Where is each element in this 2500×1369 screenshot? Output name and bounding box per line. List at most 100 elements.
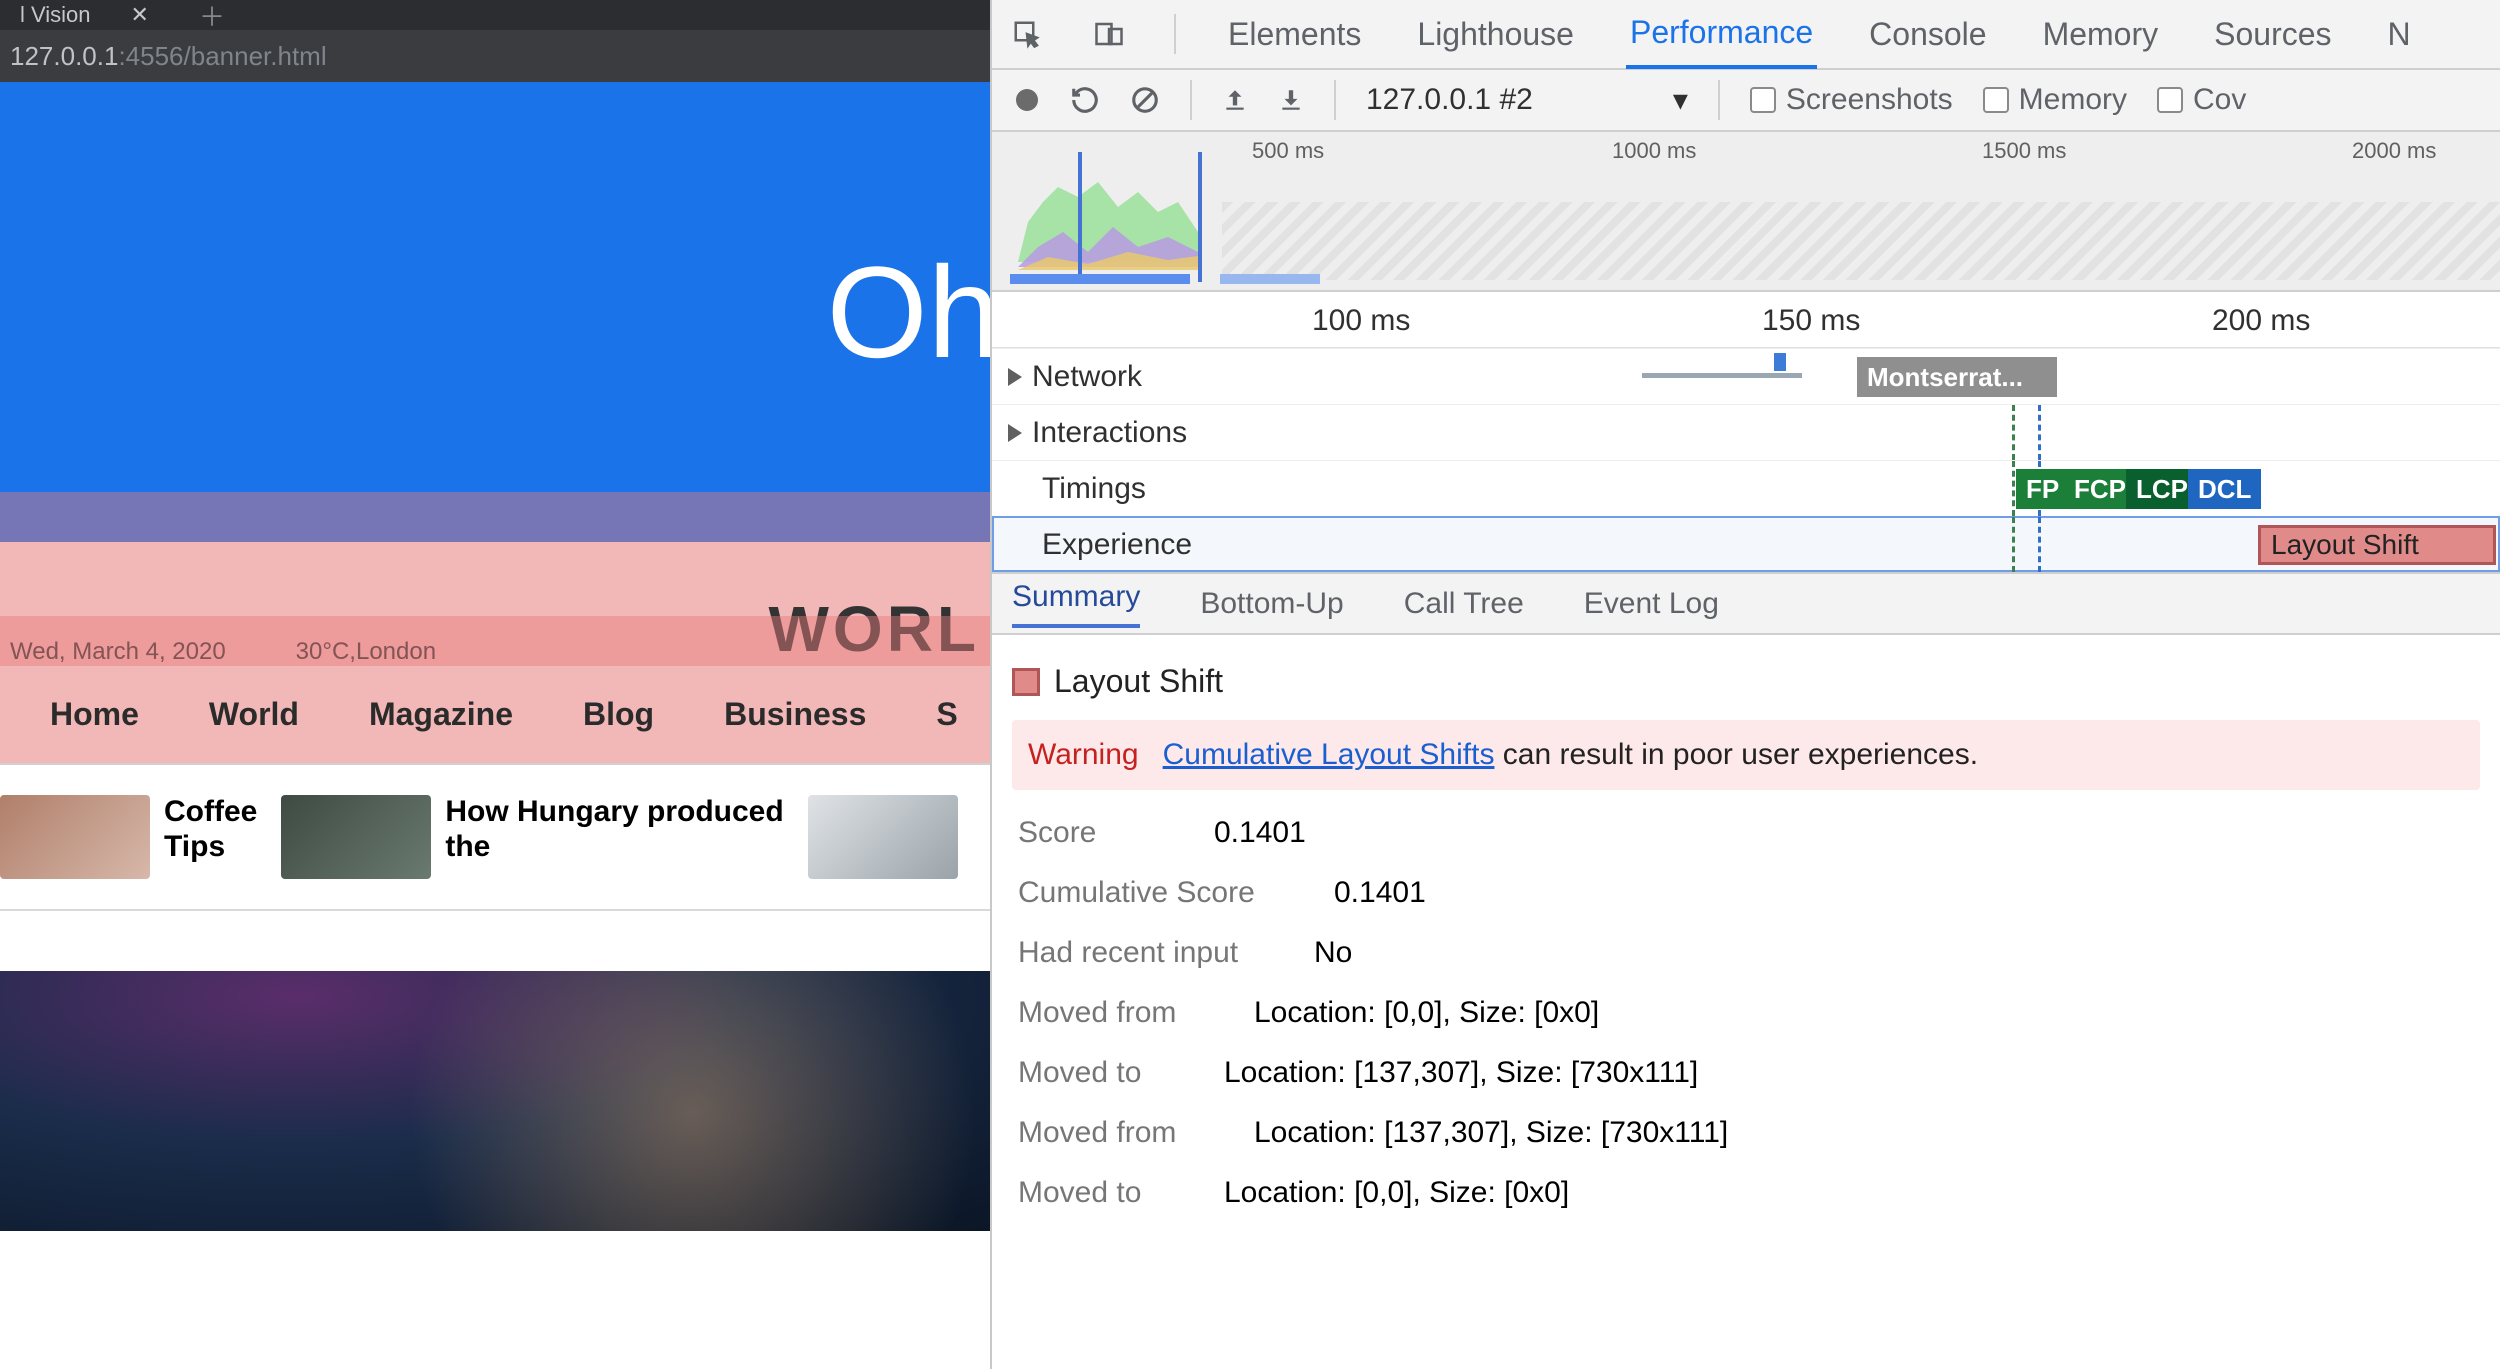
kv-row: Cumulative Score 0.1401 [1012,850,2480,910]
overview-strip [1010,274,2500,284]
subtab-call-tree[interactable]: Call Tree [1404,587,1524,621]
download-icon[interactable] [1278,87,1304,113]
track-experience[interactable]: Experience Layout Shift [992,516,2500,572]
nav-item-magazine[interactable]: Magazine [369,696,513,733]
thumbnail [808,795,958,879]
warning-text: can result in poor user experiences. [1503,738,1978,771]
chevron-down-icon: ▾ [1673,83,1688,118]
subtab-bottom-up[interactable]: Bottom-Up [1200,587,1343,621]
record-icon[interactable] [1014,87,1040,113]
main-nav: Home World Magazine Blog Business S [0,666,990,765]
inspect-icon[interactable] [1010,17,1044,51]
browser-tab[interactable]: l Vision ✕ [0,2,169,28]
tab-sources[interactable]: Sources [2210,2,2335,67]
color-swatch [1012,668,1040,696]
nav-item-more[interactable]: S [936,696,957,733]
tab-console[interactable]: Console [1865,2,1990,67]
marker-line [2012,517,2015,572]
marker-line [2012,461,2015,516]
marker-line [2012,405,2015,460]
ruler-tick: 200 ms [2212,304,2310,338]
list-item[interactable]: Coffee Tips [0,795,257,879]
clear-icon[interactable] [1130,85,1160,115]
marker-line [2038,405,2041,460]
nav-item-blog[interactable]: Blog [583,696,654,733]
url-text: 127.0.0.1:4556/banner.html [10,41,327,72]
detail-ruler[interactable]: 100 ms 150 ms 200 ms [992,292,2500,348]
warning-row: Warning Cumulative Layout Shifts can res… [1012,720,2480,790]
perf-toolbar: 127.0.0.1 #2 ▾ Screenshots Memory Cov [992,70,2500,132]
screenshots-checkbox[interactable]: Screenshots [1750,83,1953,117]
separator [1190,80,1192,120]
subtab-summary[interactable]: Summary [1012,580,1140,628]
ov-tick: 500 ms [1252,138,1324,164]
timing-dcl[interactable]: DCL [2188,469,2261,509]
browser-tabstrip: l Vision ✕ ＋ [0,0,990,30]
devtools-panel: Elements Lighthouse Performance Console … [990,0,2500,1369]
memory-checkbox[interactable]: Memory [1983,83,2127,117]
selection-handle-right[interactable] [1198,152,1202,282]
subtab-event-log[interactable]: Event Log [1584,587,1719,621]
separator [1718,80,1720,120]
reload-icon[interactable] [1070,85,1100,115]
article-cards: Coffee Tips How Hungary produced the [0,765,990,911]
new-tab-icon[interactable]: ＋ [199,0,225,34]
network-bar[interactable] [1642,373,1802,378]
tab-elements[interactable]: Elements [1224,2,1365,67]
coverage-checkbox[interactable]: Cov [2157,83,2246,117]
ruler-tick: 150 ms [1762,304,1860,338]
overview-minimap[interactable] [1008,152,1208,282]
overview-timeline[interactable]: 500 ms 1000 ms 1500 ms 2000 ms [992,132,2500,292]
network-item[interactable]: Montserrat... [1857,357,2057,397]
summary-panel: Layout Shift Warning Cumulative Layout S… [992,635,2500,1210]
ruler-tick: 100 ms [1312,304,1410,338]
network-bar[interactable] [1774,353,1786,371]
track-network[interactable]: Network Montserrat... M [992,348,2500,404]
card-title: Coffee Tips [164,795,257,864]
thumbnail [281,795,431,879]
upload-icon[interactable] [1222,87,1248,113]
list-item[interactable] [808,795,958,879]
detail-subtabs: Summary Bottom-Up Call Tree Event Log [992,573,2500,635]
tab-more[interactable]: N [2384,2,2415,67]
tab-performance[interactable]: Performance [1626,0,1817,69]
disclosure-icon[interactable] [1008,368,1022,386]
timing-fp[interactable]: FP [2016,469,2069,509]
tab-title: l Vision [20,2,91,28]
hero-image [0,971,990,1231]
summary-title: Layout Shift [1012,653,2480,720]
kv-row: Moved to Location: [137,307], Size: [730… [1012,1030,2480,1090]
kv-row: Score 0.1401 [1012,790,2480,850]
tracks: Network Montserrat... M Interactions Tim… [992,348,2500,573]
tab-lighthouse[interactable]: Lighthouse [1413,2,1578,67]
browser-window: l Vision ✕ ＋ 127.0.0.1:4556/banner.html … [0,0,990,1369]
close-icon[interactable]: ✕ [131,2,149,28]
nav-item-home[interactable]: Home [50,696,139,733]
list-item[interactable]: How Hungary produced the [281,795,783,879]
rendered-page: Oh Wed, March 4, 2020 30°C,London WORL H… [0,82,990,1369]
layout-shift-block[interactable]: Layout Shift [2258,525,2496,565]
selection-handle-left[interactable] [1078,152,1082,282]
cls-link[interactable]: Cumulative Layout Shifts [1163,738,1495,771]
nav-item-business[interactable]: Business [724,696,866,733]
url-bar[interactable]: 127.0.0.1:4556/banner.html [0,30,990,82]
separator [1174,14,1176,54]
track-timings[interactable]: Timings FP FCP LCP DCL [992,460,2500,516]
ov-tick: 1500 ms [1982,138,2066,164]
device-toggle-icon[interactable] [1092,17,1126,51]
warning-label: Warning [1028,738,1139,772]
kv-row: Moved from Location: [0,0], Size: [0x0] [1012,970,2480,1030]
card-title: How Hungary produced the [445,795,783,864]
nav-item-world[interactable]: World [209,696,299,733]
marker-line [2038,517,2041,572]
track-interactions[interactable]: Interactions [992,404,2500,460]
thumbnail [0,795,150,879]
kv-row: Moved to Location: [0,0], Size: [0x0] [1012,1150,2480,1210]
ov-tick: 1000 ms [1612,138,1696,164]
banner-text: Oh [827,237,990,387]
ov-tick: 2000 ms [2352,138,2436,164]
recording-select[interactable]: 127.0.0.1 #2 ▾ [1366,83,1688,118]
tab-memory[interactable]: Memory [2039,2,2163,67]
overview-unselected [1222,202,2500,280]
disclosure-icon[interactable] [1008,424,1022,442]
